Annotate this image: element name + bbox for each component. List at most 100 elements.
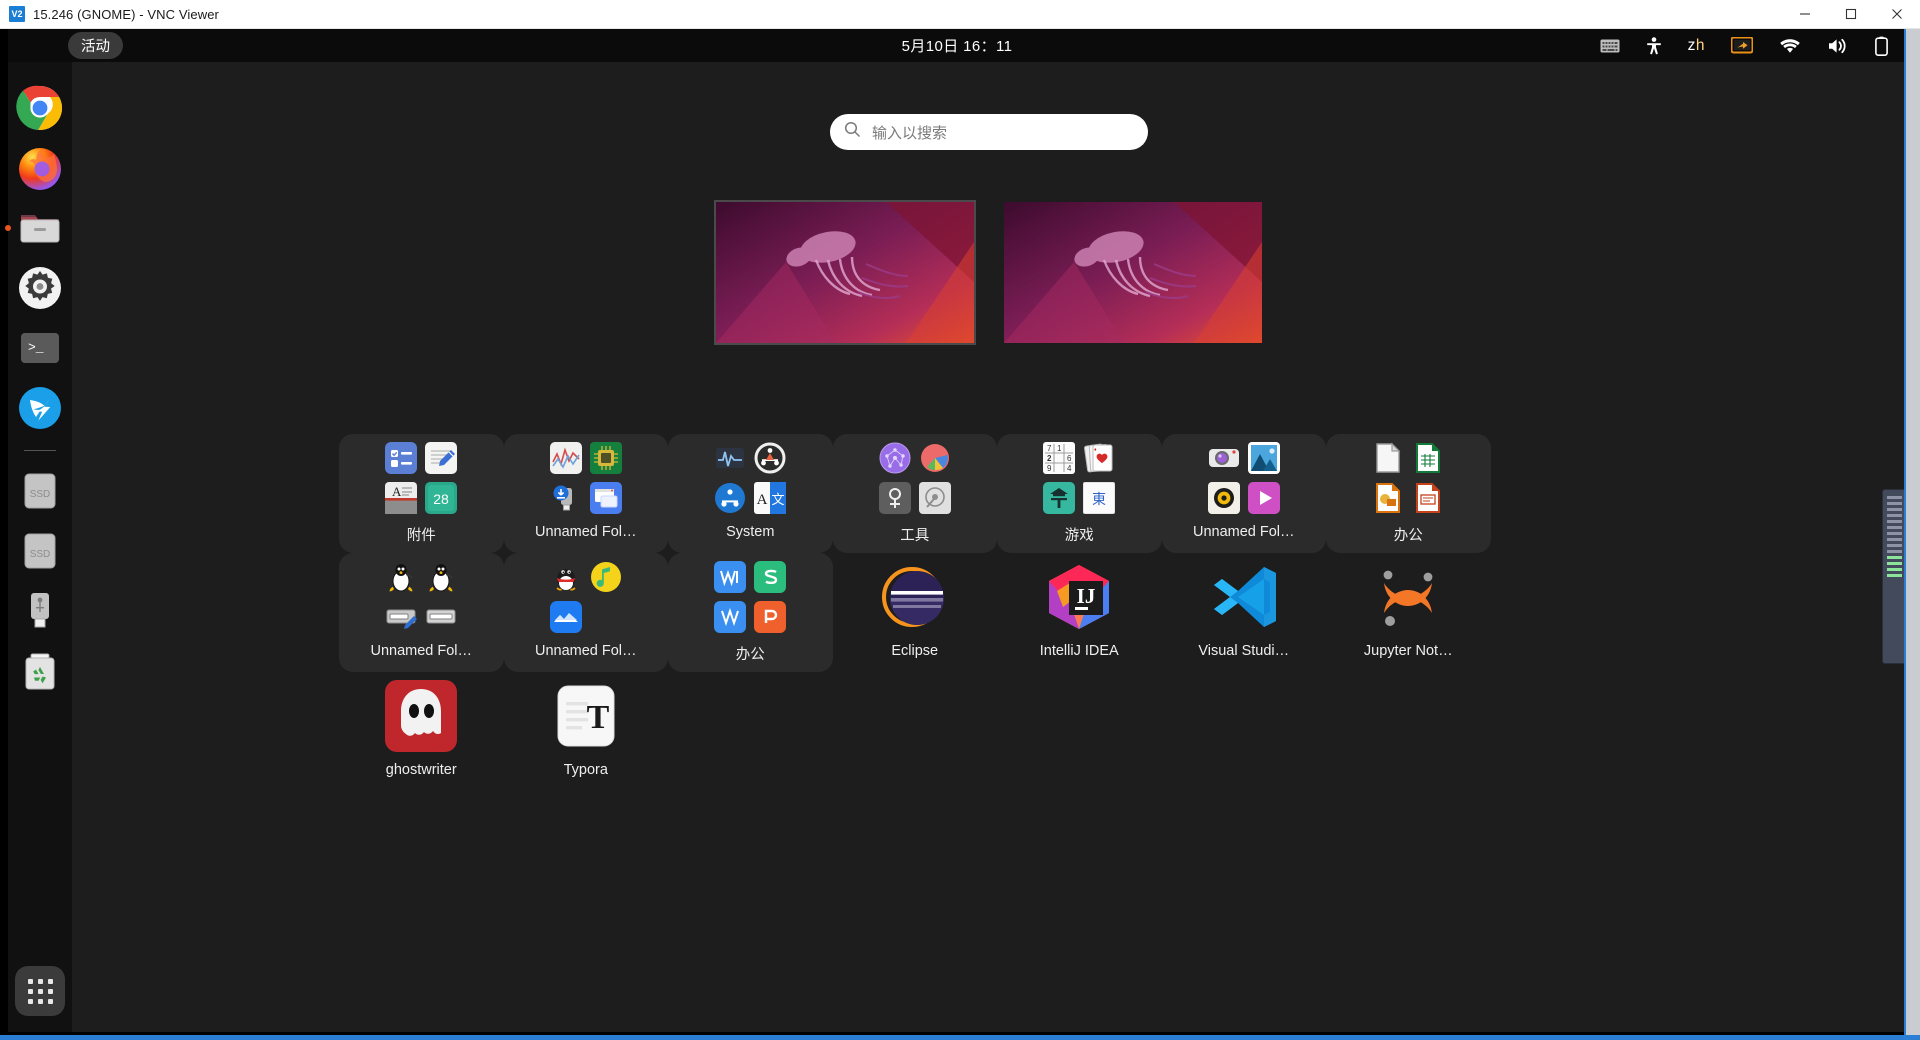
app-folder-unnamed-4[interactable]: Unnamed Fol… [503,553,668,672]
svg-text:♦: ♦ [1094,447,1097,453]
text-editor-icon [425,442,458,474]
app-folder-system[interactable]: A文 System [668,434,833,553]
app-label: ghostwriter [385,762,457,778]
search-placeholder: 输入以搜索 [872,124,948,142]
vnc-remote-screen[interactable]: 活动 5月10日 16：11 zh >_ SSD SSD 输入以搜索 A 28 … [0,29,1920,1040]
edge-line [1886,502,1902,505]
maximize-button[interactable] [1828,0,1874,29]
dock-item-terminal[interactable]: >_ [16,324,64,372]
edge-line [1886,526,1902,529]
edge-line [1886,508,1902,511]
svg-text:文: 文 [772,492,785,507]
edge-line-active [1886,556,1902,559]
libreoffice-writer-icon [1372,442,1404,474]
calendar-icon: 28 [425,482,458,514]
app-folder-attachments[interactable]: A 28 附件 [339,434,504,553]
app-eclipse[interactable]: Eclipse [833,553,998,672]
edge-line [1886,496,1902,499]
app-typora[interactable]: T Typora [504,672,669,786]
wifi-icon[interactable] [1779,38,1801,54]
app-label: 附件 [406,528,436,544]
edge-line [1886,550,1902,553]
dock-item-trash[interactable] [16,647,64,695]
dock-item-chrome[interactable] [16,84,64,132]
dock-item-files[interactable] [5,204,64,252]
search-tool-icon [878,482,911,514]
clock[interactable]: 5月10日 16：11 [902,35,1013,56]
show-applications-button[interactable] [15,966,65,1016]
app-label: Jupyter Not… [1363,643,1453,659]
app-jupyter[interactable]: Jupyter Not… [1326,553,1491,672]
jupyter-icon [1372,561,1444,633]
app-folder-tools[interactable]: 工具 [832,434,997,553]
svg-text:6: 6 [1067,454,1072,463]
input-method-label[interactable]: zh [1688,37,1705,55]
folder-preview [385,561,457,633]
partial-window-edge[interactable] [1882,489,1906,664]
app-ghostwriter[interactable]: ghostwriter [339,672,504,786]
usb-creator-icon [550,482,582,514]
mahjong-icon [1043,482,1076,514]
dock-item-usb[interactable] [16,587,64,635]
dock-separator [24,450,56,451]
app-intellij-idea[interactable]: IJ IntelliJ IDEA [997,553,1162,672]
app-folder-office-libre[interactable]: 办公 [1326,434,1491,553]
app-folder-games[interactable]: 712 6 9 4 ♦ 東 游戏 [997,434,1162,553]
dock-item-firefox[interactable] [16,144,64,192]
folder-preview: A文 [714,442,787,514]
dictionary-icon: A [385,482,418,514]
status-area[interactable]: zh [1600,36,1888,56]
app-folder-unnamed-1[interactable]: Unnamed Fol… [503,434,668,553]
ghostwriter-icon [385,680,458,752]
screen-share-icon[interactable] [1731,36,1753,55]
app-vscode[interactable]: Visual Studi… [1162,553,1327,672]
dock-item-ssd-2[interactable]: SSD [16,527,64,575]
libreoffice-impress-icon [1412,482,1444,514]
running-indicator [5,225,11,231]
app-folder-unnamed-2[interactable]: Unnamed Fol… [1161,434,1326,553]
dock: >_ SSD SSD [5,62,72,1032]
intellij-idea-icon: IJ [1043,561,1115,633]
minimize-button[interactable] [1782,0,1828,29]
dock-item-dingtalk[interactable] [16,384,64,432]
folder-preview [714,561,787,633]
close-button[interactable] [1874,0,1920,29]
app-label: Visual Studi… [1198,643,1290,659]
wps-presentation-icon [754,601,787,633]
app-label: Unnamed Fol… [370,643,473,659]
app-grid: A 28 附件 Unnamed Fol… A 文 System 工具 7 1 2… [339,434,1639,786]
dock-item-ssd-1[interactable]: SSD [16,467,64,515]
app-label: System [726,524,775,540]
app-label: 办公 [1393,528,1423,544]
keyboard-icon[interactable] [1600,39,1620,53]
search-input[interactable]: 输入以搜索 [830,114,1148,150]
vnc-window-side-strip [1906,29,1920,1040]
app-label: Unnamed Fol… [1192,524,1295,540]
accessibility-icon[interactable] [1646,36,1662,55]
wps-word-icon [714,601,747,633]
activities-button[interactable]: 活动 [68,32,123,59]
volume-icon[interactable] [1827,37,1849,55]
app-folder-office-wps[interactable]: 办公 [668,553,833,672]
svg-text:SSD: SSD [30,489,51,500]
wps-writer-icon [714,561,747,593]
workspace-thumbnail-2[interactable] [1004,202,1262,343]
svg-text:A: A [757,492,768,508]
edge-line-active [1886,574,1902,577]
camera-icon [1208,442,1240,474]
tux-icon [385,561,417,593]
app-folder-unnamed-3[interactable]: Unnamed Fol… [339,553,504,672]
activities-overview: 输入以搜索 A 28 附件 Unnamed Fol… A 文 System 工具… [72,62,1906,1032]
dock-item-settings[interactable] [16,264,64,312]
disk-usage-icon [919,442,951,474]
svg-text:SSD: SSD [30,549,51,560]
workspace-thumbnail-1[interactable] [714,200,976,345]
app-label: Unnamed Fol… [534,524,637,540]
battery-icon[interactable] [1875,36,1888,56]
translate-icon: A文 [754,482,787,514]
svg-text:9: 9 [1047,464,1052,473]
text-entry-icon [425,601,457,633]
app-label: 工具 [900,528,930,544]
svg-text:1: 1 [1057,444,1062,453]
qq-icon [550,561,582,593]
